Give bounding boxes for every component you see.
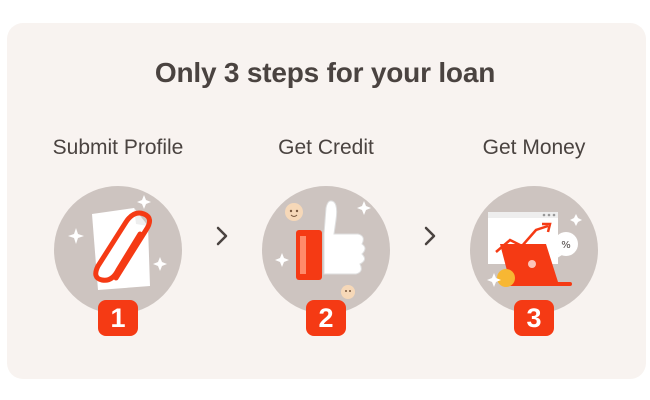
step-number-badge: 1 bbox=[98, 300, 138, 336]
step-get-credit: Get Credit 2 bbox=[226, 128, 426, 348]
thumbs-up-icon bbox=[275, 200, 371, 299]
step-label: Submit Profile bbox=[52, 136, 184, 159]
paperclip-document-icon bbox=[68, 195, 167, 290]
step-label: Get Credit bbox=[278, 136, 374, 159]
svg-text:%: % bbox=[561, 240, 571, 251]
step-number-badge: 2 bbox=[306, 300, 346, 336]
step-get-money: Get Money % 3 bbox=[434, 128, 634, 348]
laptop-growth-chart-icon: % bbox=[487, 212, 582, 287]
step-number-badge: 3 bbox=[514, 300, 554, 336]
step-label: Get Money bbox=[482, 136, 586, 159]
page-title: Only 3 steps for your loan bbox=[154, 57, 496, 88]
step-submit-profile: Submit Profile 1 bbox=[18, 128, 218, 348]
